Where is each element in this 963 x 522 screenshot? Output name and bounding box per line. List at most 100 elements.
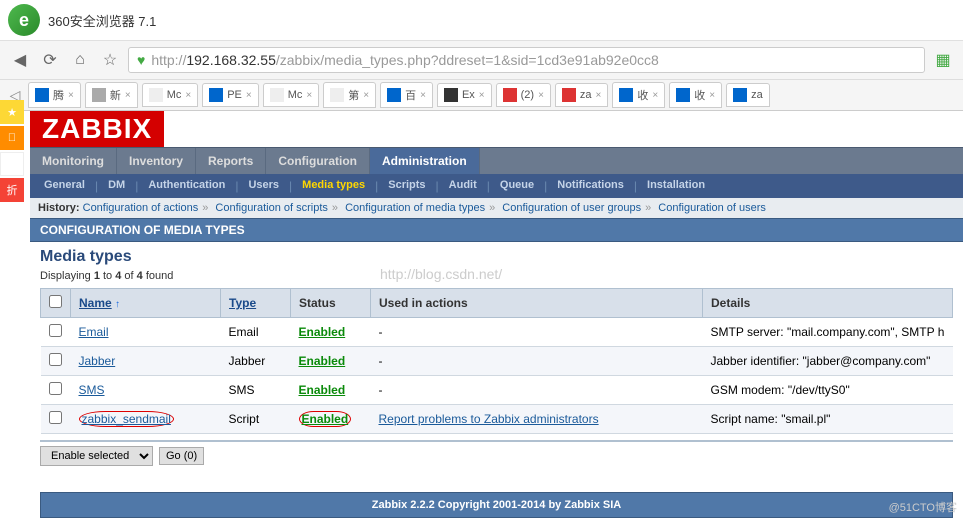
- close-icon[interactable]: ×: [68, 90, 74, 101]
- media-type: Script: [221, 405, 291, 434]
- browser-tab[interactable]: 第×: [323, 82, 376, 108]
- row-checkbox[interactable]: [49, 382, 62, 395]
- browser-tab[interactable]: 收×: [669, 82, 722, 108]
- col-details: Details: [703, 289, 953, 318]
- cart-icon[interactable]: 折: [0, 178, 24, 202]
- browser-tab[interactable]: 百×: [380, 82, 433, 108]
- history-link[interactable]: Configuration of user groups: [502, 202, 641, 214]
- close-icon[interactable]: ×: [652, 90, 658, 101]
- close-icon[interactable]: ×: [246, 90, 252, 101]
- submenu-queue[interactable]: Queue: [492, 174, 542, 198]
- row-checkbox[interactable]: [49, 353, 62, 366]
- media-type: SMS: [221, 376, 291, 405]
- used-in: -: [371, 376, 703, 405]
- bulk-action-bar: Enable selected Go (0): [40, 440, 953, 466]
- submenu-audit[interactable]: Audit: [441, 174, 485, 198]
- browser-tab[interactable]: (2)×: [496, 83, 551, 107]
- row-checkbox[interactable]: [49, 411, 62, 424]
- browser-tab[interactable]: Mc×: [263, 83, 320, 107]
- submenu-installation[interactable]: Installation: [639, 174, 713, 198]
- favicon-icon: [387, 88, 401, 102]
- weibo-icon[interactable]: 󾠀: [0, 126, 24, 150]
- status-toggle[interactable]: Enabled: [299, 383, 346, 397]
- main-menu: Monitoring Inventory Reports Configurati…: [30, 147, 963, 174]
- submenu-notifications[interactable]: Notifications: [549, 174, 632, 198]
- menu-monitoring[interactable]: Monitoring: [30, 148, 117, 174]
- history-link[interactable]: Configuration of media types: [345, 202, 485, 214]
- close-icon[interactable]: ×: [596, 90, 602, 101]
- browser-tab[interactable]: 腾×: [28, 82, 81, 108]
- close-icon[interactable]: ×: [479, 90, 485, 101]
- menu-administration[interactable]: Administration: [370, 148, 480, 174]
- close-icon[interactable]: ×: [538, 90, 544, 101]
- star-icon[interactable]: ★: [0, 100, 24, 124]
- browser-chrome: e 360安全浏览器 7.1 ◀ ⟳ ⌂ ☆ ♥ http://192.168.…: [0, 0, 963, 111]
- menu-inventory[interactable]: Inventory: [117, 148, 196, 174]
- media-name-link[interactable]: SMS: [79, 383, 105, 397]
- submenu-users[interactable]: Users: [240, 174, 287, 198]
- close-icon[interactable]: ×: [709, 90, 715, 101]
- sub-menu: General| DM| Authentication| Users| Medi…: [30, 174, 963, 198]
- address-bar[interactable]: ♥ http://192.168.32.55/zabbix/media_type…: [128, 47, 925, 73]
- submenu-general[interactable]: General: [36, 174, 93, 198]
- browser-title: 360安全浏览器 7.1: [48, 11, 156, 30]
- submenu-media-types[interactable]: Media types: [294, 174, 373, 198]
- favicon-icon: [619, 88, 633, 102]
- browser-tab[interactable]: Mc×: [142, 83, 199, 107]
- footer: Zabbix 2.2.2 Copyright 2001-2014 by Zabb…: [40, 492, 953, 518]
- home-button[interactable]: ⌂: [68, 48, 92, 72]
- history-link[interactable]: Configuration of actions: [83, 202, 199, 214]
- status-toggle[interactable]: Enabled: [299, 354, 346, 368]
- back-button[interactable]: ◀: [8, 48, 32, 72]
- history-link[interactable]: Configuration of users: [658, 202, 766, 214]
- col-used: Used in actions: [371, 289, 703, 318]
- submenu-scripts[interactable]: Scripts: [380, 174, 433, 198]
- submenu-dm[interactable]: DM: [100, 174, 133, 198]
- history-link[interactable]: Configuration of scripts: [215, 202, 328, 214]
- details: Jabber identifier: "jabber@company.com": [703, 347, 953, 376]
- used-action-link[interactable]: Report problems to Zabbix administrators: [379, 412, 599, 426]
- os-sidebar: ★ 󾠀 @ 折: [0, 100, 24, 204]
- go-button[interactable]: Go (0): [159, 447, 204, 465]
- close-icon[interactable]: ×: [420, 90, 426, 101]
- star-button[interactable]: ☆: [98, 48, 122, 72]
- favicon-icon: [503, 88, 517, 102]
- col-type-sort[interactable]: Type: [229, 296, 256, 310]
- reload-button[interactable]: ⟳: [38, 48, 62, 72]
- col-name-sort[interactable]: Name: [79, 296, 112, 310]
- media-name-link[interactable]: Jabber: [79, 354, 116, 368]
- status-toggle[interactable]: Enabled: [299, 325, 346, 339]
- media-name-link[interactable]: zabbix_sendmail: [82, 412, 171, 426]
- zabbix-app: ZABBIX Monitoring Inventory Reports Conf…: [30, 111, 963, 518]
- close-icon[interactable]: ×: [363, 90, 369, 101]
- shield-icon: ♥: [137, 52, 145, 68]
- at-icon[interactable]: @: [0, 152, 24, 176]
- status-toggle[interactable]: Enabled: [302, 412, 349, 426]
- browser-tab[interactable]: za: [726, 83, 770, 107]
- zabbix-logo: ZABBIX: [30, 111, 164, 147]
- details: GSM modem: "/dev/ttyS0": [703, 376, 953, 405]
- menu-configuration[interactable]: Configuration: [266, 148, 370, 174]
- used-in: -: [371, 347, 703, 376]
- browser-tab[interactable]: PE×: [202, 83, 259, 107]
- qr-icon[interactable]: ▦: [931, 48, 955, 72]
- media-types-table: Name ↑ Type Status Used in actions Detai…: [40, 288, 953, 434]
- browser-tab[interactable]: 新×: [85, 82, 138, 108]
- close-icon[interactable]: ×: [185, 90, 191, 101]
- menu-reports[interactable]: Reports: [196, 148, 266, 174]
- select-all-checkbox[interactable]: [49, 295, 62, 308]
- browser-tab[interactable]: za×: [555, 83, 608, 107]
- table-row: zabbix_sendmail Script Enabled Report pr…: [41, 405, 953, 434]
- close-icon[interactable]: ×: [125, 90, 131, 101]
- favicon-icon: [676, 88, 690, 102]
- browser-tab[interactable]: 收×: [612, 82, 665, 108]
- bulk-action-select[interactable]: Enable selected: [40, 446, 153, 466]
- browser-logo-icon: e: [8, 4, 40, 36]
- favicon-icon: [444, 88, 458, 102]
- browser-title-bar: e 360安全浏览器 7.1: [0, 0, 963, 40]
- row-checkbox[interactable]: [49, 324, 62, 337]
- browser-tab[interactable]: Ex×: [437, 83, 492, 107]
- media-name-link[interactable]: Email: [79, 325, 109, 339]
- close-icon[interactable]: ×: [306, 90, 312, 101]
- submenu-authentication[interactable]: Authentication: [140, 174, 233, 198]
